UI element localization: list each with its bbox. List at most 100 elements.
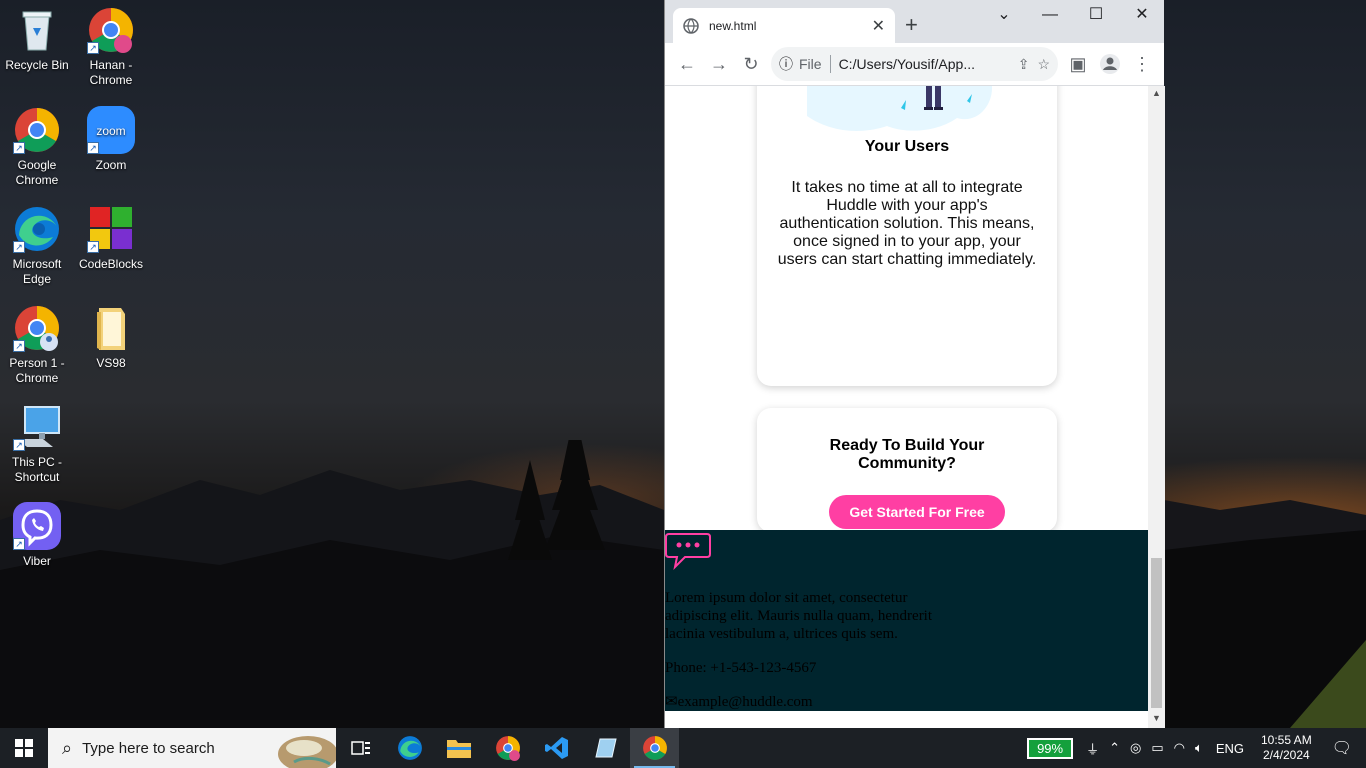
footer-phone: Phone: +1-543-123-4567 — [665, 660, 817, 676]
chrome-icon: ↗ — [13, 106, 61, 154]
footer-description: Lorem ipsum dolor sit amet, consectetur … — [665, 590, 933, 642]
reload-button[interactable]: ↻ — [735, 48, 767, 80]
footer-email-text[interactable]: example@huddle.com — [678, 694, 813, 710]
volume-icon[interactable]: 🔈︎ — [1195, 740, 1203, 756]
address-bar[interactable]: ⓘ File C:/Users/Yousif/App... ⇪ ☆ — [771, 47, 1058, 81]
taskbar-chrome-profile[interactable] — [483, 728, 532, 768]
notifications-icon[interactable]: 🗨︎ — [1332, 738, 1352, 758]
desktop-icon-viber[interactable]: ↗ Viber — [0, 502, 74, 569]
menu-kebab-icon[interactable]: ⋮ — [1126, 48, 1158, 80]
scrollbar-thumb[interactable] — [1151, 558, 1162, 708]
tab-new-html[interactable]: new.html ✕ — [673, 8, 895, 43]
battery-indicator[interactable]: 99% — [1027, 737, 1074, 759]
search-highlight-image — [278, 736, 336, 768]
file-explorer-icon — [446, 740, 471, 758]
tab-search-icon[interactable]: ⌄ — [981, 4, 1027, 26]
taskbar-vscode[interactable] — [532, 728, 581, 768]
windows-taskbar: ⌕ Type here to search 99% ⏚ ⌃ ◎ ▭ ◠ 🔈︎ E… — [0, 728, 1366, 768]
close-tab-icon[interactable]: ✕ — [872, 16, 885, 36]
chrome-window: new.html ✕ + ⌄ — ☐ ✕ ← → ↻ ⓘ File C:/Use… — [664, 0, 1165, 728]
desktop-icon-label: Viber — [23, 554, 51, 568]
get-started-button[interactable]: Get Started For Free — [829, 495, 1005, 529]
webcam-icon[interactable]: ◎ — [1130, 740, 1141, 756]
shortcut-arrow-icon: ↗ — [13, 241, 25, 253]
profile-avatar-icon[interactable] — [1094, 48, 1126, 80]
task-view-button[interactable] — [336, 728, 385, 768]
email-icon: ✉ — [665, 694, 678, 710]
feature-card-users: Your Users It takes no time at all to in… — [757, 86, 1057, 386]
system-tray: 99% ⏚ ⌃ ◎ ▭ ◠ 🔈︎ ENG 10:55 AM 2/4/2024 🗨… — [1027, 728, 1366, 768]
footer-email: ✉example@huddle.com — [665, 693, 813, 711]
chrome-profile-icon: ↗ — [13, 304, 61, 352]
folder-icon — [87, 304, 135, 352]
bookmark-star-icon[interactable]: ☆ — [1037, 56, 1050, 73]
back-button[interactable]: ← — [671, 48, 703, 80]
desktop-icon-label: Hanan - Chrome — [89, 58, 133, 87]
battery-icon[interactable]: ▭ — [1151, 740, 1163, 756]
desktop-icon-label: Zoom — [95, 158, 127, 172]
cta-heading: Ready To Build Your Community? — [829, 437, 985, 472]
card-title: Your Users — [864, 138, 950, 155]
task-view-icon — [350, 741, 370, 755]
tab-strip: new.html ✕ + ⌄ — ☐ ✕ — [665, 0, 1164, 43]
desktop-icon-person1-chrome[interactable]: ↗ Person 1 - Chrome — [0, 304, 74, 386]
desktop-icon-microsoft-edge[interactable]: ↗ Microsoft Edge — [0, 205, 74, 287]
power-plug-icon[interactable]: ⏚ — [1086, 739, 1099, 758]
desktop-icon-label: CodeBlocks — [78, 257, 144, 271]
minimize-button[interactable]: — — [1027, 4, 1073, 26]
tab-title: new.html — [709, 18, 757, 33]
chrome-profile-icon — [495, 736, 520, 761]
shortcut-arrow-icon: ↗ — [13, 340, 25, 352]
maximize-button[interactable]: ☐ — [1073, 4, 1119, 26]
desktop-icon-this-pc[interactable]: ↗ This PC - Shortcut — [0, 403, 74, 485]
new-tab-button[interactable]: + — [905, 12, 918, 38]
desktop-icon-vs98[interactable]: VS98 — [74, 304, 148, 371]
clock-date: 2/4/2024 — [1262, 748, 1310, 762]
scroll-up-arrow-icon[interactable]: ▲ — [1152, 88, 1161, 98]
svg-text:zoom: zoom — [96, 124, 125, 138]
desktop-icon-label: Microsoft Edge — [12, 257, 62, 286]
browser-toolbar: ← → ↻ ⓘ File C:/Users/Yousif/App... ⇪ ☆ … — [665, 43, 1164, 86]
show-hidden-icons-chevron-icon[interactable]: ⌃ — [1109, 740, 1120, 756]
clock[interactable]: 10:55 AM 2/4/2024 — [1261, 733, 1312, 763]
start-button[interactable] — [0, 728, 48, 768]
taskbar-chrome[interactable] — [630, 728, 679, 768]
desktop-icon-label: VS98 — [96, 356, 126, 370]
info-icon[interactable]: ⓘ — [779, 54, 793, 74]
viber-icon: ↗ — [13, 502, 61, 550]
huddle-chat-logo-icon — [665, 533, 711, 570]
globe-icon — [683, 17, 699, 34]
url-text[interactable]: C:/Users/Yousif/App... — [839, 56, 1010, 72]
scroll-down-arrow-icon[interactable]: ▼ — [1152, 713, 1161, 723]
shortcut-arrow-icon: ↗ — [13, 538, 25, 550]
computer-icon: ↗ — [13, 403, 61, 451]
side-panel-icon[interactable]: ▣ — [1062, 48, 1094, 80]
taskbar-notepad-app[interactable] — [581, 728, 630, 768]
taskbar-edge[interactable] — [385, 728, 434, 768]
forward-button[interactable]: → — [703, 48, 735, 80]
desktop-icon-hanan-chrome[interactable]: ↗ Hanan - Chrome — [74, 6, 148, 88]
desktop-icon-label: This PC - Shortcut — [11, 455, 62, 484]
edge-icon — [397, 736, 422, 760]
taskbar-file-explorer[interactable] — [434, 728, 483, 768]
taskbar-search-box[interactable]: ⌕ Type here to search — [48, 728, 336, 768]
chrome-icon — [642, 736, 667, 760]
language-indicator[interactable]: ENG — [1216, 741, 1244, 756]
share-icon[interactable]: ⇪ — [1018, 56, 1030, 73]
desktop-icon-label: Person 1 - Chrome — [9, 356, 65, 385]
page-scrollbar[interactable]: ▲ ▼ — [1148, 86, 1165, 728]
page-viewport: Your Users It takes no time at all to in… — [665, 86, 1148, 711]
desktop-icon-label: Recycle Bin — [5, 58, 69, 72]
desktop-icon-codeblocks[interactable]: ↗ CodeBlocks — [74, 205, 148, 272]
shortcut-arrow-icon: ↗ — [13, 439, 25, 451]
windows-logo-icon — [15, 739, 33, 757]
desktop-icon-recycle-bin[interactable]: Recycle Bin — [0, 6, 74, 73]
shortcut-arrow-icon: ↗ — [87, 142, 99, 154]
omnibox-divider — [829, 55, 831, 73]
desktop-icon-zoom[interactable]: zoom ↗ Zoom — [74, 106, 148, 173]
close-window-button[interactable]: ✕ — [1119, 4, 1165, 26]
notepad-icon — [594, 738, 617, 758]
desktop-icon-google-chrome[interactable]: ↗ Google Chrome — [0, 106, 74, 188]
wifi-icon[interactable]: ◠ — [1174, 740, 1185, 756]
edge-icon: ↗ — [13, 205, 61, 253]
